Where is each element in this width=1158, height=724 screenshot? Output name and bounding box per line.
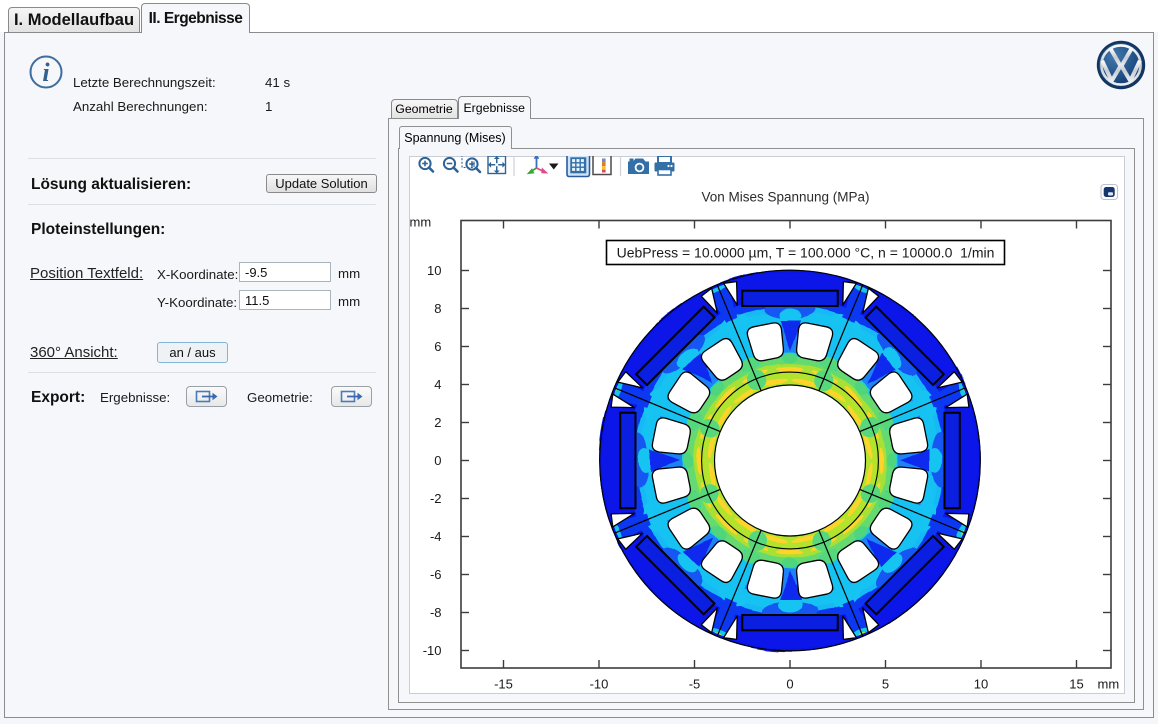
svg-text:-10: -10 <box>422 643 441 658</box>
svg-text:6: 6 <box>434 339 441 354</box>
svg-text:mm: mm <box>1097 677 1119 692</box>
svg-text:-2: -2 <box>429 491 441 506</box>
svg-text:0: 0 <box>434 453 441 468</box>
svg-text:-6: -6 <box>429 567 441 582</box>
svg-text:UebPress = 10.0000 µm, T = 100: UebPress = 10.0000 µm, T = 100.000 °C, n… <box>616 245 994 261</box>
svg-text:i: i <box>42 58 50 87</box>
svg-text:5: 5 <box>881 677 888 692</box>
svg-text:Von Mises Spannung (MPa): Von Mises Spannung (MPa) <box>701 190 869 205</box>
svg-text:mm: mm <box>409 215 431 230</box>
svg-text:15: 15 <box>1069 677 1083 692</box>
svg-text:2: 2 <box>434 415 441 430</box>
svg-text:0: 0 <box>786 677 793 692</box>
svg-text:-15: -15 <box>494 677 513 692</box>
svg-text:8: 8 <box>434 301 441 316</box>
svg-text:-10: -10 <box>589 677 608 692</box>
svg-text:-5: -5 <box>688 677 700 692</box>
svg-text:-8: -8 <box>429 605 441 620</box>
svg-text:-4: -4 <box>429 529 441 544</box>
svg-text:10: 10 <box>973 677 987 692</box>
svg-text:10: 10 <box>427 263 441 278</box>
svg-text:4: 4 <box>434 377 441 392</box>
